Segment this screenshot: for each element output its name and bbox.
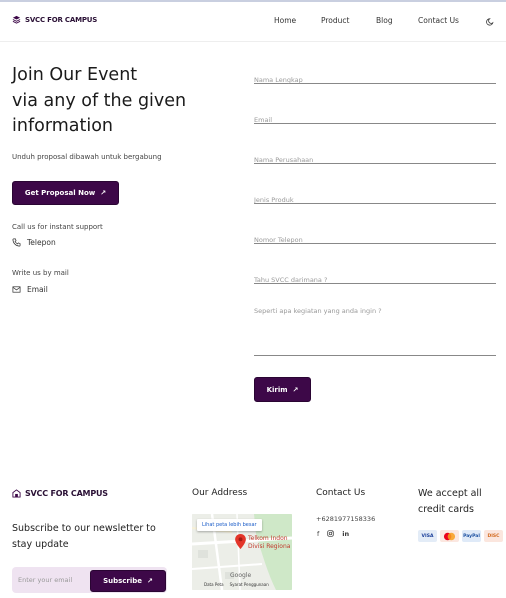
footer-phone-number: +6281977158336: [316, 515, 376, 523]
map-pin-icon: [235, 534, 246, 549]
product-type-field[interactable]: [254, 196, 496, 204]
name-field-wrapper: [254, 67, 496, 84]
subscribe-button[interactable]: Subscribe ↗: [90, 570, 166, 592]
nav-blog[interactable]: Blog: [376, 16, 393, 25]
phone-field-wrapper: [254, 227, 496, 244]
linkedin-icon[interactable]: in: [342, 530, 349, 538]
discover-icon: DISC: [484, 530, 503, 542]
hero-title-line: Join Our Event: [12, 65, 138, 85]
building-icon: [12, 489, 21, 498]
nav-product[interactable]: Product: [321, 16, 349, 25]
mail-label: Write us by mail: [12, 269, 69, 277]
get-proposal-button[interactable]: Get Proposal Now ↗: [12, 181, 119, 205]
call-support-label: Call us for instant support: [12, 223, 103, 231]
map-place-label: Telkom Indon Divisi Regiona: [248, 535, 290, 551]
product-field-wrapper: [254, 187, 496, 204]
footer-brand-name: SVCC FOR CAMPUS: [25, 489, 108, 498]
arrow-up-right-icon: ↗: [292, 385, 299, 394]
hero-title-line: information: [12, 116, 114, 136]
arrow-up-right-icon: ↗: [147, 577, 153, 585]
hero-title-line: via any of the given: [12, 90, 187, 111]
newsletter-title: Subscribe to our newsletter to stay upda…: [12, 523, 156, 550]
map-data-link[interactable]: Data Peta: [204, 582, 224, 587]
google-logo: Google: [230, 572, 252, 579]
newsletter-email-input[interactable]: [18, 576, 90, 584]
email-field-wrapper: [254, 107, 496, 124]
instagram-icon[interactable]: [327, 530, 334, 537]
mastercard-icon: [440, 530, 459, 542]
map-embed[interactable]: Lihat peta lebih besar Telkom Indon Divi…: [192, 514, 292, 590]
hero-subtitle: Unduh proposal dibawah untuk bergabung: [12, 153, 162, 161]
company-field-wrapper: [254, 147, 496, 164]
email-field[interactable]: [254, 116, 496, 124]
source-field-wrapper: [254, 267, 496, 284]
address-heading: Our Address: [192, 488, 248, 498]
activity-textarea[interactable]: [254, 307, 496, 347]
get-proposal-label: Get Proposal Now: [24, 189, 96, 197]
mail-icon: [12, 286, 21, 293]
phone-link[interactable]: Telepon: [12, 238, 56, 247]
company-field[interactable]: [254, 156, 496, 164]
phone-icon: [12, 238, 21, 247]
nav-contact-us[interactable]: Contact Us: [418, 16, 459, 25]
social-links: f in: [317, 530, 349, 538]
arrow-up-right-icon: ↗: [100, 189, 107, 197]
facebook-icon[interactable]: f: [317, 530, 319, 538]
source-field[interactable]: [254, 276, 496, 284]
navbar: SVCC FOR CAMPUS Home Product Blog Contac…: [0, 2, 506, 42]
submit-button[interactable]: Kirim ↗: [254, 377, 311, 402]
email-link[interactable]: Email: [12, 285, 48, 294]
contact-heading: Contact Us: [316, 488, 366, 498]
larger-map-link[interactable]: Lihat peta lebih besar: [197, 519, 262, 531]
map-place-line: Telkom Indon: [248, 535, 288, 542]
map-terms-link[interactable]: Syarat Penggunaan: [230, 582, 269, 587]
credit-card-logos: VISA PayPal DISC: [418, 530, 503, 542]
map-place-line: Divisi Regiona: [248, 543, 291, 550]
moon-icon[interactable]: [486, 17, 495, 26]
email-label: Email: [27, 285, 48, 294]
name-field[interactable]: [254, 76, 496, 84]
phone-field[interactable]: [254, 236, 496, 244]
subscribe-label: Subscribe: [103, 577, 143, 585]
paypal-icon: PayPal: [462, 530, 481, 542]
hero-title: Join Our Event via any of the given info…: [12, 63, 242, 140]
phone-label: Telepon: [27, 238, 56, 247]
nav-home[interactable]: Home: [274, 16, 296, 25]
visa-icon: VISA: [418, 530, 437, 542]
activity-field-wrapper: [254, 307, 496, 356]
map-footer: Data Peta Syarat Penggunaan: [204, 582, 269, 587]
footer-brand-logo[interactable]: SVCC FOR CAMPUS: [12, 489, 108, 498]
submit-label: Kirim: [266, 385, 288, 394]
credit-cards-heading: We accept all credit cards: [418, 488, 482, 515]
nav-links: Home Product Blog Contact Us: [0, 16, 506, 28]
